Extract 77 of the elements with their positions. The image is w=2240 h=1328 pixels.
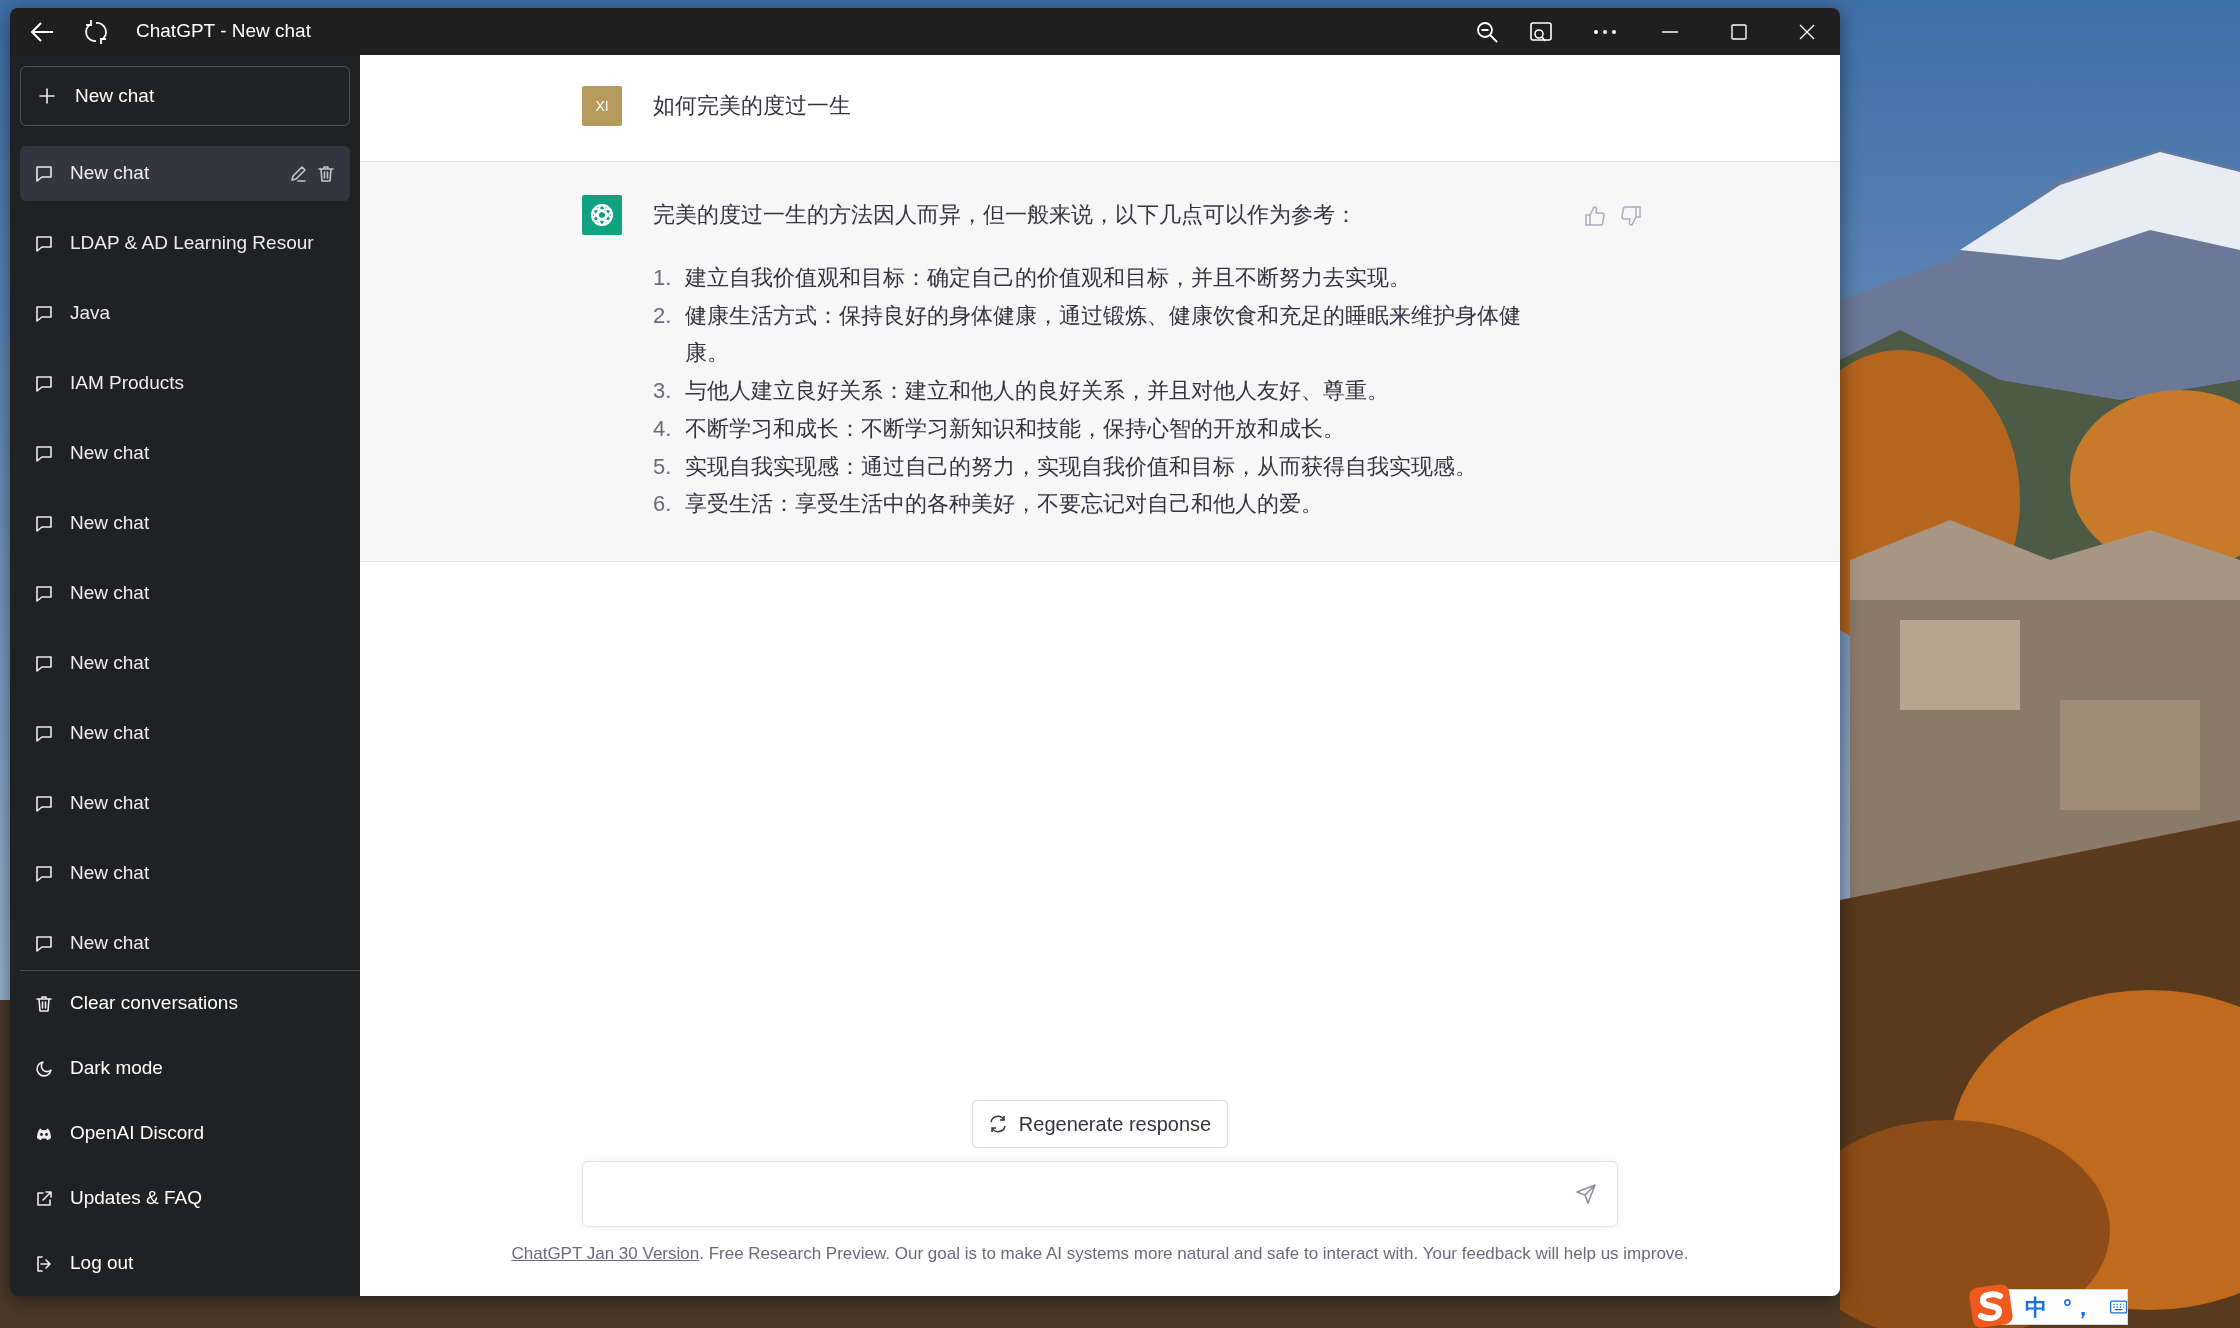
window-title: ChatGPT - New chat [136, 19, 311, 44]
list-number: 6. [653, 490, 673, 519]
moon-icon [34, 1058, 54, 1079]
chat-icon [34, 723, 54, 744]
chat-icon [34, 303, 54, 324]
conversation-item[interactable]: IAM Products [20, 356, 350, 411]
keyboard-icon[interactable] [2109, 1297, 2127, 1317]
conversation-title: New chat [70, 721, 151, 746]
conversation-title: IAM Products [70, 371, 186, 396]
pencil-icon [288, 163, 308, 184]
trash-icon [316, 163, 336, 184]
chat-icon [34, 793, 54, 814]
conversation-title: New chat [70, 931, 151, 956]
footer-note: ChatGPT Jan 30 Version. Free Research Preview. Our goal is to make AI systems more natural and safe to interact with. Your feedback will help us improve. [510, 1242, 1690, 1265]
thumbs-up-icon[interactable] [1584, 205, 1606, 227]
conversation-item[interactable]: New chat [20, 776, 350, 831]
thumbs-down-icon[interactable] [1620, 205, 1642, 227]
send-icon[interactable] [1575, 1182, 1597, 1205]
conversation-title: New chat [70, 511, 151, 536]
assistant-intro: 完美的度过一生的方法因人而异，但一般来说，以下几点可以作为参考： [653, 201, 1358, 229]
list-number: 3. [653, 377, 673, 406]
chat-icon [34, 653, 54, 674]
conversation-title: New chat [70, 581, 151, 606]
plus-icon [37, 86, 57, 106]
version-link[interactable]: ChatGPT Jan 30 Version [511, 1243, 700, 1263]
punctuation-mode[interactable]: °， [2063, 1290, 2094, 1324]
chat-icon [34, 583, 54, 604]
conversation-item[interactable]: New chat [20, 636, 350, 691]
list-item-text: 建立自我价值观和目标：确定自己的价值观和目标，并且不断努力去实现。 [685, 264, 1412, 292]
list-item-text: 享受生活：享受生活中的各种美好，不要忘记对自己和他人的爱。 [685, 490, 1324, 519]
new-chat-button[interactable]: New chat [20, 66, 350, 126]
message-input[interactable] [582, 1160, 1618, 1227]
sidebar-menu-item[interactable]: Log out [20, 1231, 350, 1296]
user-avatar: XI [582, 86, 622, 126]
conversation-item[interactable]: New chat [20, 426, 350, 481]
list-item-text: 健康生活方式：保持良好的身体健康，通过锻炼、健康饮食和充足的睡眠来维护身体健康。 [685, 301, 1522, 368]
chat-icon [34, 933, 54, 954]
conversation-title: New chat [70, 861, 151, 886]
chat-icon [34, 233, 54, 254]
chat-icon [34, 373, 54, 394]
sidebar-menu-item[interactable]: Updates & FAQ [20, 1166, 350, 1231]
trash-icon [34, 993, 54, 1014]
chat-icon [34, 863, 54, 884]
list-item-text: 与他人建立良好关系：建立和他人的良好关系，并且对他人友好、尊重。 [685, 377, 1390, 406]
conversation-title: Java [70, 301, 112, 326]
conversation-item[interactable]: New chat [20, 566, 350, 621]
list-item-text: 实现自我实现感：通过自己的努力，实现自我价值和目标，从而获得自我实现感。 [685, 452, 1478, 481]
conversation-title: LDAP & AD Learning Resour [70, 231, 315, 256]
conversation-title: New chat [70, 441, 151, 466]
refresh-icon [988, 1114, 1007, 1133]
list-number: 4. [653, 414, 673, 443]
list-number: 5. [653, 452, 673, 481]
conversation-item[interactable]: New chat [20, 916, 350, 970]
chat-icon [34, 163, 54, 184]
logout-icon [34, 1253, 54, 1274]
user-message: 如何完美的度过一生 [653, 92, 851, 120]
sidebar-menu-item[interactable]: Clear conversations [20, 971, 350, 1036]
ime-mode[interactable]: 中 [2025, 1290, 2047, 1324]
conversation-title: New chat [70, 791, 151, 816]
chat-icon [34, 443, 54, 464]
chat-icon [34, 513, 54, 534]
list-item-text: 不断学习和成长：不断学习新知识和技能，保持心智的开放和成长。 [685, 414, 1346, 443]
conversation-item[interactable]: New chat [20, 146, 350, 201]
external-link-icon [34, 1188, 54, 1209]
sidebar-menu-item[interactable]: Dark mode [20, 1036, 350, 1101]
conversation-title: New chat [70, 161, 151, 186]
conversation-item[interactable]: Java [20, 286, 350, 341]
regenerate-button[interactable]: Regenerate response [971, 1099, 1229, 1148]
conversation-title: New chat [70, 651, 151, 676]
conversation-item[interactable]: New chat [20, 706, 350, 761]
conversation-item[interactable]: New chat [20, 846, 350, 901]
list-number: 2. [653, 301, 673, 330]
list-number: 1. [653, 264, 673, 292]
sidebar-menu-item[interactable]: OpenAI Discord [20, 1101, 350, 1166]
conversation-item[interactable]: LDAP & AD Learning Resour [20, 216, 350, 271]
ime-logo-icon[interactable] [1968, 1283, 2014, 1328]
conversation-item[interactable]: New chat [20, 496, 350, 551]
